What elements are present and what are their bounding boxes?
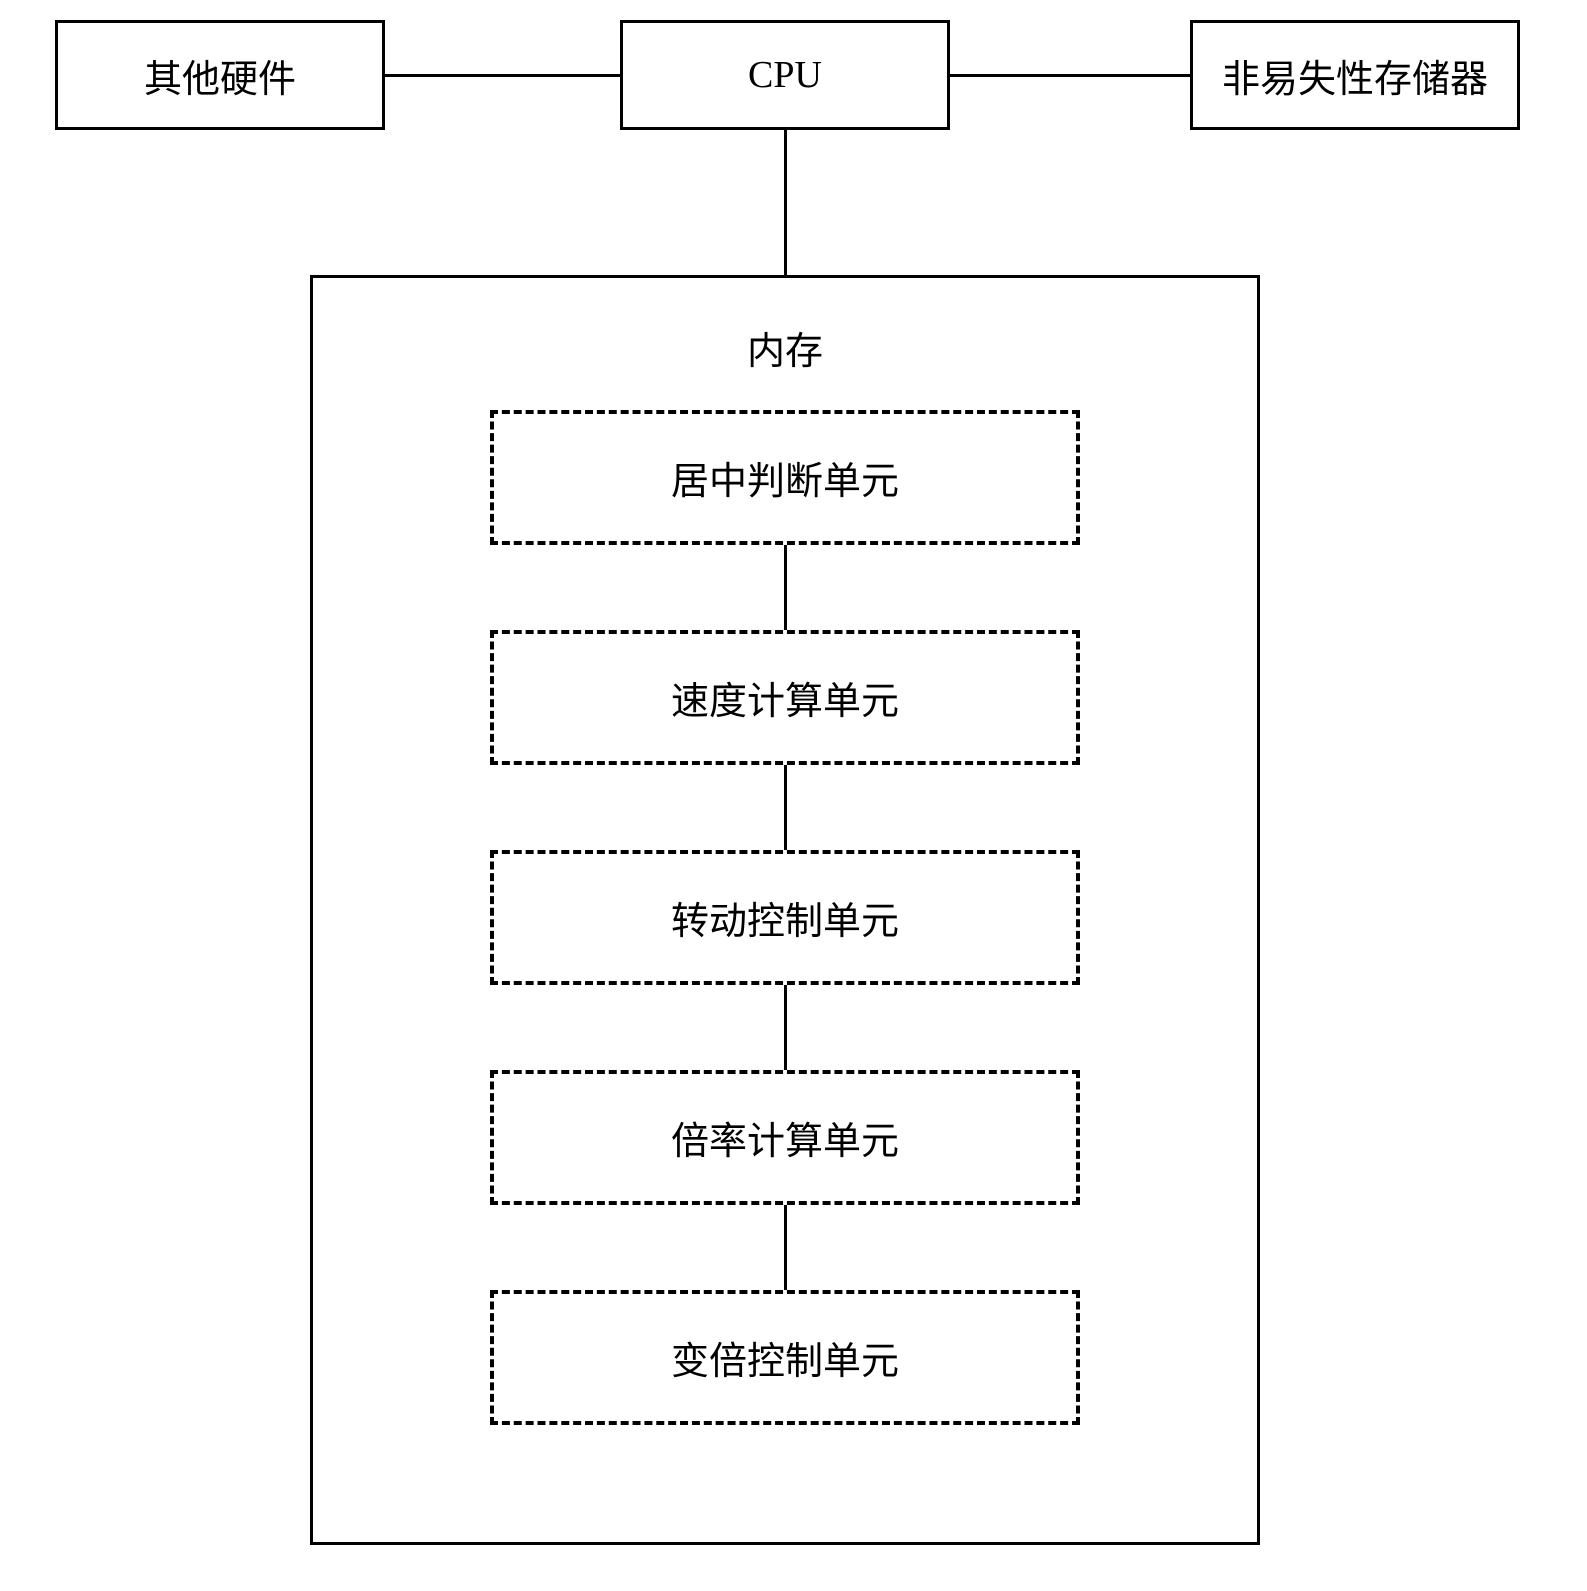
- speed-calc-label: 速度计算单元: [671, 670, 899, 725]
- connector-hw-cpu: [385, 74, 620, 77]
- connector-u3-u4: [784, 985, 787, 1070]
- other-hardware-box: 其他硬件: [55, 20, 385, 130]
- nv-storage-label: 非易失性存储器: [1222, 48, 1488, 103]
- connector-u1-u2: [784, 545, 787, 630]
- center-judgment-unit: 居中判断单元: [490, 410, 1080, 545]
- center-judgment-label: 居中判断单元: [671, 450, 899, 505]
- nv-storage-box: 非易失性存储器: [1190, 20, 1520, 130]
- rotation-control-unit: 转动控制单元: [490, 850, 1080, 985]
- memory-label: 内存: [740, 320, 830, 375]
- speed-calc-unit: 速度计算单元: [490, 630, 1080, 765]
- other-hardware-label: 其他硬件: [144, 48, 296, 103]
- zoom-control-label: 变倍控制单元: [671, 1330, 899, 1385]
- connector-cpu-nv: [950, 74, 1190, 77]
- zoom-control-unit: 变倍控制单元: [490, 1290, 1080, 1425]
- cpu-box: CPU: [620, 20, 950, 130]
- connector-u2-u3: [784, 765, 787, 850]
- magnification-calc-label: 倍率计算单元: [671, 1110, 899, 1165]
- cpu-label: CPU: [748, 53, 822, 97]
- rotation-control-label: 转动控制单元: [671, 890, 899, 945]
- connector-u4-u5: [784, 1205, 787, 1290]
- connector-cpu-memory: [784, 130, 787, 275]
- magnification-calc-unit: 倍率计算单元: [490, 1070, 1080, 1205]
